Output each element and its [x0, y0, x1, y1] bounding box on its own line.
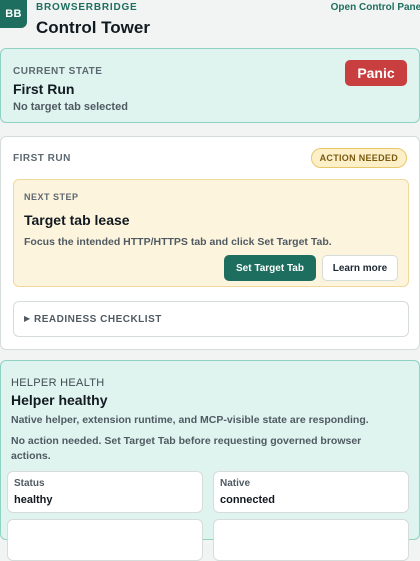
current-state-eyebrow: CURRENT STATE — [13, 66, 103, 77]
next-step-eyebrow: NEXT STEP — [24, 192, 79, 202]
app-logo: BB — [0, 0, 27, 28]
panic-button[interactable]: Panic — [345, 60, 407, 86]
readiness-checklist-label: READINESS CHECKLIST — [34, 314, 162, 325]
helper-health-card: HELPER HEALTH Helper healthy Native help… — [0, 360, 420, 561]
current-state-title: First Run — [13, 81, 75, 97]
triangle-right-icon: ▶ — [24, 314, 31, 323]
current-state-subtitle: No target tab selected — [13, 101, 128, 113]
next-step-panel: NEXT STEP Target tab lease Focus the int… — [13, 179, 409, 287]
native-stat: Native connected — [213, 471, 409, 513]
stat-key: Native — [220, 478, 251, 489]
stat-value: healthy — [14, 494, 53, 506]
status-stat: Status healthy — [7, 471, 203, 513]
learn-more-button[interactable]: Learn more — [322, 255, 398, 281]
next-step-title: Target tab lease — [24, 212, 130, 228]
stat-value: connected — [220, 494, 276, 506]
first-run-eyebrow: FIRST RUN — [13, 153, 71, 164]
helper-health-line1: Native helper, extension runtime, and MC… — [11, 414, 369, 426]
page-title: Control Tower — [36, 18, 150, 37]
readiness-checklist-toggle[interactable]: ▶ READINESS CHECKLIST — [13, 301, 409, 337]
current-state-card: CURRENT STATE First Run No target tab se… — [0, 48, 420, 123]
first-run-card: FIRST RUN ACTION NEEDED NEXT STEP Target… — [0, 136, 420, 350]
action-needed-badge: ACTION NEEDED — [310, 148, 407, 168]
next-step-description: Focus the intended HTTP/HTTPS tab and cl… — [24, 236, 332, 248]
brand-name: BROWSERBRIDGE — [36, 2, 138, 13]
stat-card-row2-right — [213, 519, 409, 561]
helper-health-eyebrow: HELPER HEALTH — [11, 377, 105, 389]
helper-health-line2: No action needed. Set Target Tab before … — [11, 435, 362, 462]
helper-health-title: Helper healthy — [11, 392, 108, 408]
set-target-tab-button[interactable]: Set Target Tab — [224, 255, 316, 281]
open-control-panel-link[interactable]: Open Control Panel — [331, 2, 420, 13]
stat-key: Status — [14, 478, 45, 489]
header: BB BROWSERBRIDGE Control Tower Open Cont… — [0, 0, 420, 48]
stat-card-row2-left — [7, 519, 203, 561]
